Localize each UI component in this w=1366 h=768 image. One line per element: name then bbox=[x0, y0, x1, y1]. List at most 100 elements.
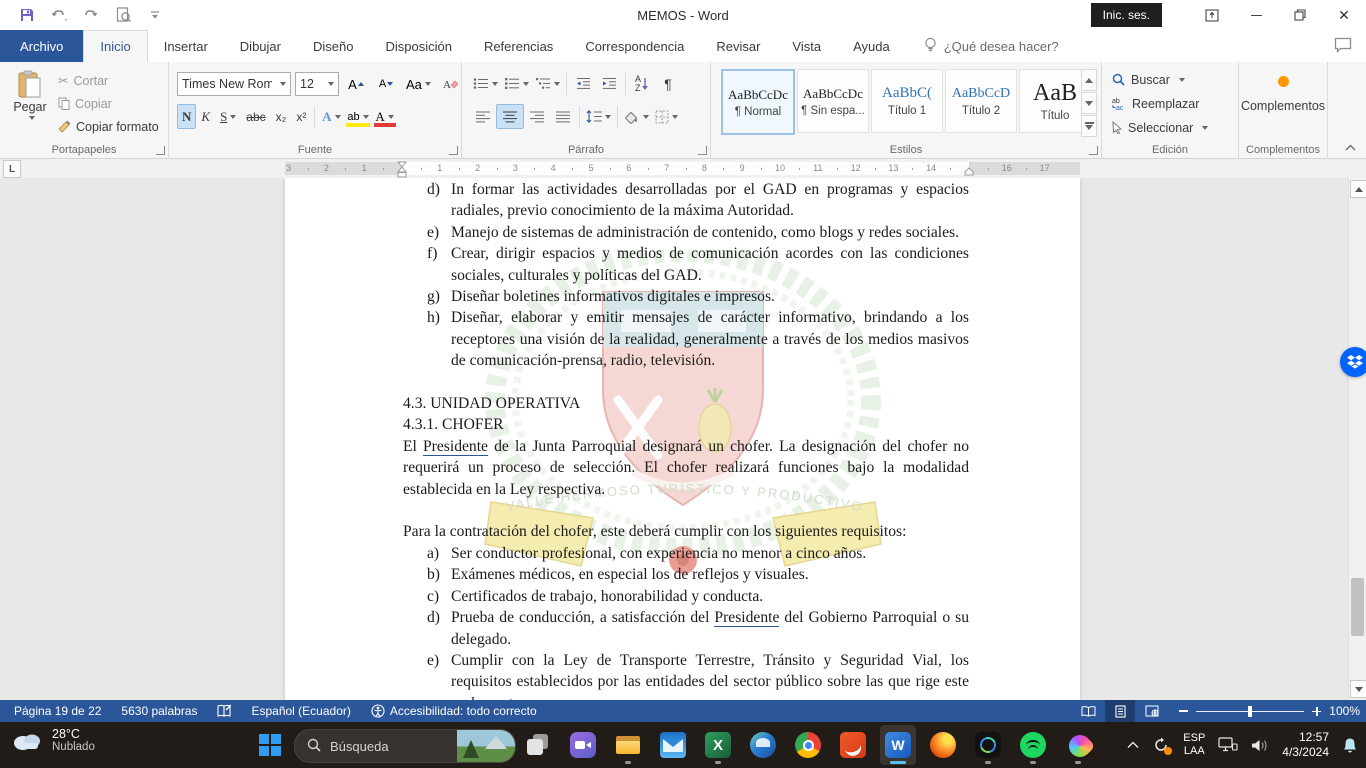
tab-ayuda[interactable]: Ayuda bbox=[837, 30, 906, 62]
zoom-out-icon[interactable] bbox=[1179, 710, 1188, 712]
explorer-taskbar-button[interactable] bbox=[610, 725, 646, 765]
select-button[interactable]: Seleccionar bbox=[1112, 118, 1208, 137]
zoom-level[interactable]: 100% bbox=[1329, 704, 1360, 718]
tab-diseño[interactable]: Diseño bbox=[297, 30, 369, 62]
scroll-up-icon[interactable] bbox=[1350, 180, 1366, 198]
style-normal[interactable]: AaBbCcDc¶ Normal bbox=[721, 69, 795, 135]
zoom-slider[interactable] bbox=[1196, 711, 1304, 712]
horizontal-ruler[interactable]: 32112345678910111213141617 bbox=[285, 162, 1080, 175]
clear-formatting-button[interactable]: A bbox=[438, 73, 464, 96]
style-título2[interactable]: AaBbCcDTítulo 2 bbox=[945, 69, 1017, 133]
zoom-in-icon[interactable] bbox=[1312, 707, 1321, 716]
list-item[interactable]: e)Manejo de sistemas de administración d… bbox=[403, 222, 969, 243]
font-name-select[interactable]: Times New Roma bbox=[177, 72, 291, 96]
replace-button[interactable]: abac Reemplazar bbox=[1112, 94, 1208, 113]
increase-indent-button[interactable] bbox=[596, 72, 622, 95]
justify-button[interactable] bbox=[550, 105, 576, 128]
format-painter-button[interactable]: Copiar formato bbox=[58, 117, 159, 136]
italic-button[interactable]: K bbox=[196, 104, 215, 129]
highlight-color-button[interactable]: ab bbox=[344, 105, 371, 128]
borders-button[interactable] bbox=[652, 105, 681, 128]
chat-taskbar-button[interactable] bbox=[565, 725, 601, 765]
tab-insertar[interactable]: Insertar bbox=[148, 30, 224, 62]
print-layout-button[interactable] bbox=[1105, 700, 1135, 722]
list-item[interactable]: d)In formar las actividades desarrollada… bbox=[403, 179, 969, 222]
font-color-button[interactable]: A bbox=[372, 105, 398, 128]
styles-scroll-down-icon[interactable] bbox=[1081, 92, 1097, 114]
ribbon-display-options-icon[interactable] bbox=[1190, 0, 1234, 30]
right-indent-marker[interactable] bbox=[963, 167, 975, 176]
customize-quick-access-icon[interactable] bbox=[146, 6, 164, 24]
superscript-button[interactable]: x² bbox=[291, 104, 311, 129]
tell-me-box[interactable]: ¿Qué desea hacer? bbox=[924, 30, 1059, 62]
list-item[interactable]: e)Cumplir con la Ley de Transporte Terre… bbox=[403, 650, 969, 700]
list-item[interactable]: h)Diseñar, elaborar y emitir mensajes de… bbox=[403, 307, 969, 371]
paragraph[interactable]: Para la contratación del chofer, este de… bbox=[403, 521, 969, 542]
start-button[interactable] bbox=[256, 731, 284, 759]
taskbar-search[interactable]: Búsqueda bbox=[294, 729, 516, 763]
list-item[interactable]: c)Certificados de trabajo, honorabilidad… bbox=[403, 586, 969, 607]
document-content[interactable]: d)In formar las actividades desarrollada… bbox=[403, 179, 969, 700]
network-icon[interactable] bbox=[1218, 737, 1238, 753]
read-mode-button[interactable] bbox=[1073, 700, 1103, 722]
tab-revisar[interactable]: Revisar bbox=[700, 30, 776, 62]
grow-font-button[interactable]: A bbox=[343, 73, 369, 96]
decrease-indent-button[interactable] bbox=[570, 72, 596, 95]
document-page[interactable]: VALLE HERMOSO TURÍSTICO Y PRODUCTIVO d)I… bbox=[285, 178, 1080, 700]
styles-dialog-launcher[interactable] bbox=[1089, 146, 1098, 155]
chrome-taskbar-button[interactable] bbox=[790, 725, 826, 765]
clock[interactable]: 12:57 4/3/2024 bbox=[1282, 730, 1329, 760]
language-switcher[interactable]: ESPLAA bbox=[1183, 732, 1205, 758]
volume-icon[interactable] bbox=[1251, 738, 1269, 753]
style-sinespa[interactable]: AaBbCcDc¶ Sin espa... bbox=[797, 69, 869, 133]
redo-icon[interactable] bbox=[82, 6, 100, 24]
change-case-button[interactable]: Aa bbox=[403, 73, 434, 96]
cut-button[interactable]: ✂ Cortar bbox=[58, 71, 159, 90]
scrollbar-thumb[interactable] bbox=[1351, 578, 1364, 636]
line-spacing-button[interactable] bbox=[583, 105, 614, 128]
accessibility-status[interactable]: Accesibilidad: todo correcto bbox=[365, 700, 543, 722]
page-indicator[interactable]: Página 19 de 22 bbox=[8, 700, 107, 722]
paragraph[interactable]: 4.3.1. CHOFER bbox=[403, 414, 969, 435]
task-view-taskbar-button[interactable] bbox=[520, 725, 556, 765]
edge-taskbar-button[interactable] bbox=[745, 725, 781, 765]
addins-button[interactable]: Complementos bbox=[1239, 70, 1327, 113]
collapse-ribbon-icon[interactable] bbox=[1345, 142, 1356, 154]
tab-inicio[interactable]: Inicio bbox=[83, 30, 147, 62]
word-taskbar-button[interactable] bbox=[880, 725, 916, 765]
shrink-font-button[interactable]: A bbox=[373, 73, 399, 96]
excel-taskbar-button[interactable] bbox=[700, 725, 736, 765]
list-item[interactable]: d)Prueba de conducción, a satisfacción d… bbox=[403, 607, 969, 650]
foxit-taskbar-button[interactable] bbox=[835, 725, 871, 765]
undo-icon[interactable] bbox=[50, 6, 68, 24]
tab-stop-selector[interactable]: L bbox=[3, 160, 21, 178]
styles-scroll-up-icon[interactable] bbox=[1081, 69, 1097, 91]
font-dialog-launcher[interactable] bbox=[449, 146, 458, 155]
list-item[interactable]: a)Ser conductor profesional, con experie… bbox=[403, 543, 969, 564]
list-item[interactable]: f)Crear, dirigir espacios y medios de co… bbox=[403, 243, 969, 286]
paragraph[interactable]: El Presidente de la Junta Parroquial des… bbox=[403, 436, 969, 500]
indent-markers[interactable] bbox=[396, 160, 408, 179]
list-item[interactable]: b)Exámenes médicos, en especial los de r… bbox=[403, 564, 969, 585]
save-icon[interactable] bbox=[18, 6, 36, 24]
print-preview-icon[interactable] bbox=[114, 6, 132, 24]
tab-dibujar[interactable]: Dibujar bbox=[224, 30, 297, 62]
word-count[interactable]: 5630 palabras bbox=[115, 700, 203, 722]
tab-archivo[interactable]: Archivo bbox=[0, 30, 83, 62]
web-layout-button[interactable] bbox=[1137, 700, 1167, 722]
list-item[interactable]: g)Diseñar boletines informativos digital… bbox=[403, 286, 969, 307]
webex-taskbar-button[interactable] bbox=[970, 725, 1006, 765]
spotify-taskbar-button[interactable] bbox=[1015, 725, 1051, 765]
sort-button[interactable]: AZ bbox=[629, 72, 655, 95]
tab-disposición[interactable]: Disposición bbox=[369, 30, 467, 62]
style-título1[interactable]: AaBbC(Título 1 bbox=[871, 69, 943, 133]
tab-vista[interactable]: Vista bbox=[776, 30, 837, 62]
numbering-button[interactable] bbox=[501, 72, 532, 95]
paragraph-dialog-launcher[interactable] bbox=[698, 146, 707, 155]
subscript-button[interactable]: x₂ bbox=[271, 104, 292, 129]
font-size-select[interactable]: 12 bbox=[295, 72, 339, 96]
weather-widget[interactable]: 28°C Nublado bbox=[10, 727, 95, 753]
clipboard-dialog-launcher[interactable] bbox=[156, 146, 165, 155]
copy-button[interactable]: Copiar bbox=[58, 94, 159, 113]
sync-update-icon[interactable] bbox=[1152, 736, 1170, 754]
